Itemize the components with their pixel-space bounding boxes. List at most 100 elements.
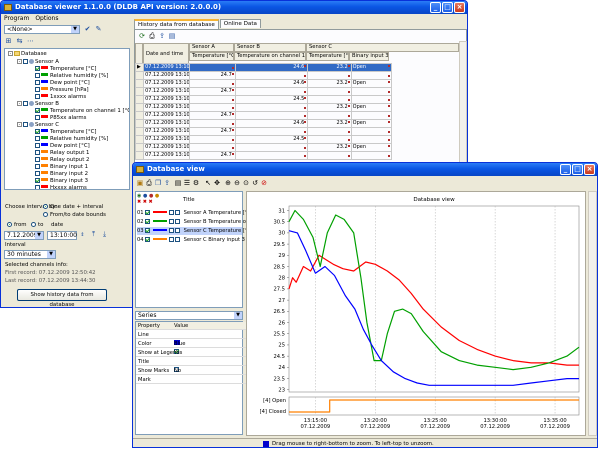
tree-channel-item[interactable]: Relay output 2 [35, 157, 89, 164]
apply-filter-icon[interactable]: ✔ [83, 25, 92, 34]
sensor-checkbox[interactable] [23, 122, 28, 127]
table-icon[interactable]: ▤ [174, 179, 182, 187]
cell-temp-c[interactable] [307, 71, 352, 80]
channel-checkbox[interactable] [35, 150, 40, 155]
tree-channel-item[interactable]: P85xx alarms [35, 115, 87, 122]
property-row[interactable]: Color Blue [136, 340, 246, 348]
cell-temp-b[interactable] [234, 127, 309, 136]
table-row[interactable]: 07.12.2009 13:10:42 23.2 Open [134, 143, 393, 152]
row-selector[interactable] [134, 103, 145, 112]
print-icon[interactable]: ⎙ [145, 179, 153, 187]
cell-temp-c[interactable] [307, 87, 352, 96]
cell-temp-b[interactable]: 24.6 [234, 119, 309, 128]
cell-datetime[interactable]: 07.12.2009 13:10:44 [143, 151, 191, 160]
cell-datetime[interactable]: 07.12.2009 13:10:11 [143, 79, 191, 88]
tree-channel-item[interactable]: Binary input 2 [35, 171, 88, 178]
table-row[interactable]: 07.12.2009 13:10:04 24.7 [134, 71, 393, 80]
stop-icon[interactable]: ⊘ [260, 179, 268, 187]
cell-temp-c[interactable] [307, 95, 352, 104]
cell-datetime[interactable]: 07.12.2009 13:10:42 [143, 143, 191, 152]
dbview-titlebar[interactable]: Database view _ □ × [133, 163, 597, 176]
channel-checkbox[interactable] [35, 157, 40, 162]
minimize-button[interactable]: _ [560, 164, 571, 175]
cell-temp-a[interactable] [189, 95, 236, 104]
series-line-4[interactable] [289, 399, 579, 413]
zoom-fit-icon[interactable]: ⊙ [242, 179, 250, 187]
zoom-out-icon[interactable]: ⊖ [233, 179, 241, 187]
tree-root[interactable]: - Database [8, 51, 47, 58]
series-visible-checkbox[interactable] [144, 237, 150, 242]
cell-temp-a[interactable]: 24.7 [189, 111, 236, 120]
table-row[interactable]: ▶07.12.2009 13:10:00 24.6 23.2 Open [134, 63, 393, 72]
cell-temp-a[interactable] [189, 79, 236, 88]
col-temp-c[interactable]: Temperature [°C] [306, 52, 349, 61]
channel-checkbox[interactable] [35, 185, 40, 189]
cell-temp-b[interactable] [234, 151, 309, 160]
copy-icon[interactable]: ❐ [154, 179, 162, 187]
interval-combo[interactable]: 30 minutes ▼ [4, 250, 56, 259]
tree-channel-item[interactable]: Dew point [°C] [35, 80, 90, 87]
go-start-icon[interactable]: ⤒ [89, 230, 98, 239]
channel-checkbox[interactable] [35, 108, 40, 113]
property-row[interactable]: Show at Legend Yes [136, 349, 246, 357]
channel-checkbox[interactable] [35, 115, 40, 120]
expand-tree-icon[interactable]: ⊞ [4, 37, 13, 46]
table-row[interactable]: 07.12.2009 13:10:31 24.6 23.2 Open [134, 119, 393, 128]
col-temp-b[interactable]: Temperature on channel 1 [°C] [234, 52, 306, 61]
tree-channel-item[interactable]: Temperature [°C] [35, 66, 97, 73]
tree-channel-item[interactable]: Dew point [°C] [35, 143, 90, 150]
cell-binary[interactable] [350, 95, 393, 104]
cell-temp-a[interactable] [189, 103, 236, 112]
channel-checkbox[interactable] [35, 143, 40, 148]
series-list-item[interactable]: 02 Sensor B Temperature on ch [137, 218, 257, 226]
series-visible-checkbox[interactable] [144, 219, 150, 224]
tree-channel-item[interactable]: Relative humidity [%] [35, 73, 108, 80]
from-option[interactable]: from [7, 222, 27, 229]
table-row[interactable]: 07.12.2009 13:10:14 24.7 [134, 87, 393, 96]
collapse-tree-icon[interactable]: ⇆ [15, 37, 24, 46]
cell-binary[interactable] [350, 71, 393, 80]
tree-channel-item[interactable]: Temperature on channel 1 [°C] [35, 108, 129, 115]
grid-vertical-scrollbar[interactable] [459, 41, 467, 163]
row-selector[interactable] [134, 95, 145, 104]
property-grid[interactable]: Property Value Line Color Blue Show at Lege… [135, 321, 246, 435]
cell-temp-b[interactable]: 24.5 [234, 135, 309, 144]
date-picker[interactable]: 7.12.2009 ▼ [4, 231, 44, 240]
tree-channel-item[interactable]: Relay output 1 [35, 150, 89, 157]
close-button[interactable]: × [454, 2, 465, 13]
property-row[interactable]: Line [136, 331, 246, 339]
table-row[interactable]: 07.12.2009 13:10:44 24.7 [134, 151, 393, 160]
table-row[interactable]: 07.12.2009 13:10:22 23.2 Open [134, 103, 393, 112]
cell-datetime[interactable]: 07.12.2009 13:10:34 [143, 127, 191, 136]
channel-checkbox[interactable] [35, 73, 40, 78]
cell-temp-a[interactable]: 24.7 [189, 71, 236, 80]
channel-checkbox[interactable] [35, 129, 40, 134]
cell-binary[interactable]: Open [350, 79, 393, 88]
option-from-to[interactable]: From/to date bounds [43, 212, 106, 219]
series-list-item[interactable]: 03 Sensor C Temperature [°C] [137, 227, 253, 235]
refresh-icon[interactable]: ⟳ [138, 32, 146, 40]
row-selector[interactable] [134, 79, 145, 88]
cell-datetime[interactable]: 07.12.2009 13:10:21 [143, 95, 191, 104]
series-axis-checkbox[interactable] [174, 237, 180, 242]
radio-to[interactable] [31, 222, 36, 227]
cell-temp-a[interactable]: 24.7 [189, 151, 236, 160]
chart-svg[interactable]: Database view 31 30.5 30 29.5 29 28.5 28 27.5 27 2… [247, 192, 587, 437]
cell-datetime[interactable]: 07.12.2009 13:10:14 [143, 87, 191, 96]
header-date[interactable]: Date and time [143, 43, 189, 65]
filter-combo[interactable]: <None> ▼ [4, 25, 80, 34]
tree-channel-item[interactable]: Hxxxx alarms [35, 185, 87, 189]
tree-channel-item[interactable]: Temperature [°C] [35, 129, 97, 136]
radio-one-date[interactable] [43, 204, 48, 209]
tree-channel-item[interactable]: 1xxxx alarms [35, 94, 86, 101]
series-line-1[interactable] [288, 254, 579, 366]
tree-options-icon[interactable]: ⋯ [26, 37, 35, 46]
series-marks-checkbox[interactable] [168, 228, 174, 233]
cell-temp-c[interactable]: 23.2 [307, 79, 352, 88]
series-visible-checkbox[interactable] [144, 228, 150, 233]
cell-temp-b[interactable]: 24.6 [234, 79, 309, 88]
series-axis-checkbox[interactable] [174, 210, 180, 215]
cell-temp-c[interactable]: 23.2 [307, 119, 352, 128]
time-spinner-icon[interactable]: ⇕ [78, 231, 87, 240]
cell-datetime[interactable]: 07.12.2009 13:10:24 [143, 111, 191, 120]
